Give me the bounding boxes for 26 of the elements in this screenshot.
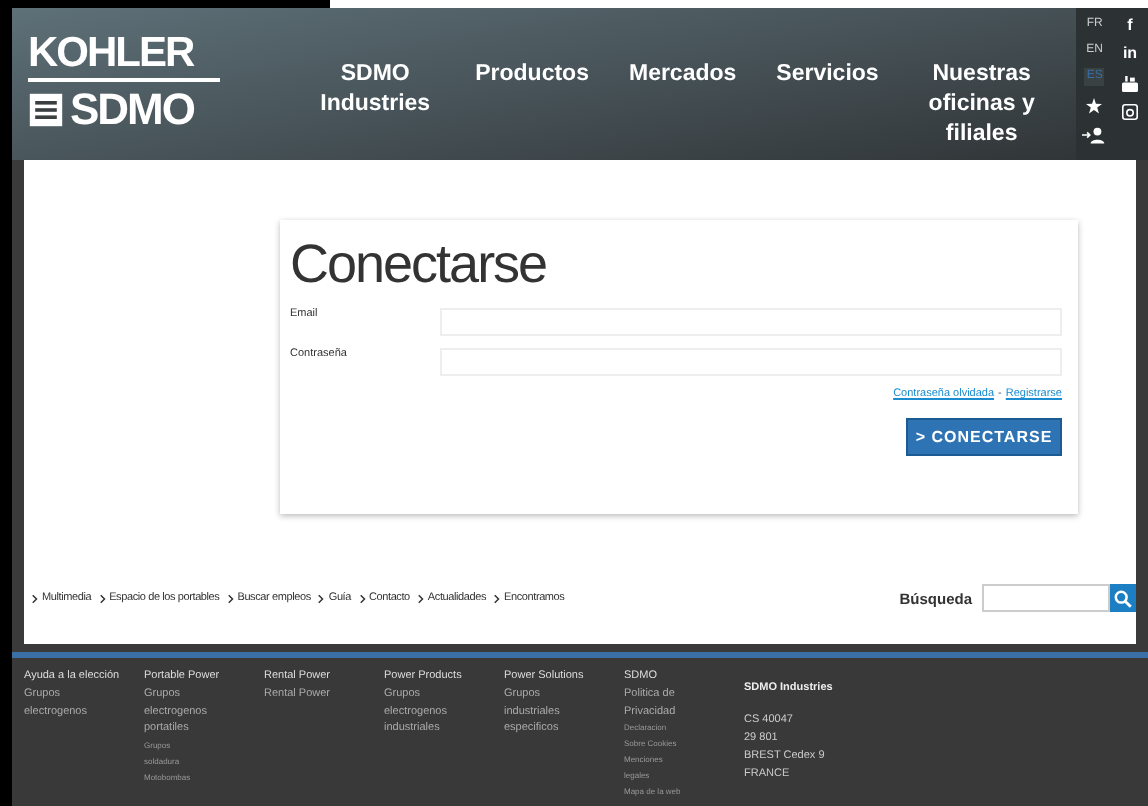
- video-icon[interactable]: [1122, 76, 1138, 92]
- chevron-icon: [99, 593, 106, 603]
- search-button[interactable]: [1110, 584, 1136, 612]
- camera-icon[interactable]: [1122, 104, 1138, 120]
- nav-link[interactable]: Nuestras oficinas y filiales: [926, 60, 1037, 150]
- logo-icon: [28, 92, 64, 128]
- nav-link[interactable]: Productos: [475, 60, 589, 90]
- logo-text[interactable]: SDMO: [70, 88, 194, 132]
- social-link[interactable]: in: [1122, 44, 1138, 64]
- logo-text[interactable]: KOHLER: [28, 32, 220, 82]
- chevron-icon: [32, 593, 38, 603]
- chevron-icon: [359, 593, 365, 603]
- nav-link[interactable]: Mercados: [628, 60, 737, 90]
- social-link[interactable]: f: [1127, 16, 1133, 36]
- chevron-icon: [318, 593, 325, 603]
- search-icon: [1114, 589, 1132, 607]
- nav-link[interactable]: Servicios: [776, 60, 879, 90]
- login-icon[interactable]: [1082, 126, 1107, 144]
- star-icon[interactable]: [1086, 98, 1103, 114]
- chevron-icon: [227, 593, 234, 603]
- chevron-icon: [417, 593, 424, 603]
- login-button[interactable]: > CONECTARSE: [906, 418, 1062, 456]
- page-title: Conectarse: [290, 236, 549, 292]
- nav-link[interactable]: SDMO Industries: [315, 60, 436, 120]
- search-field[interactable]: [982, 584, 1110, 612]
- chevron-icon: [494, 593, 501, 603]
